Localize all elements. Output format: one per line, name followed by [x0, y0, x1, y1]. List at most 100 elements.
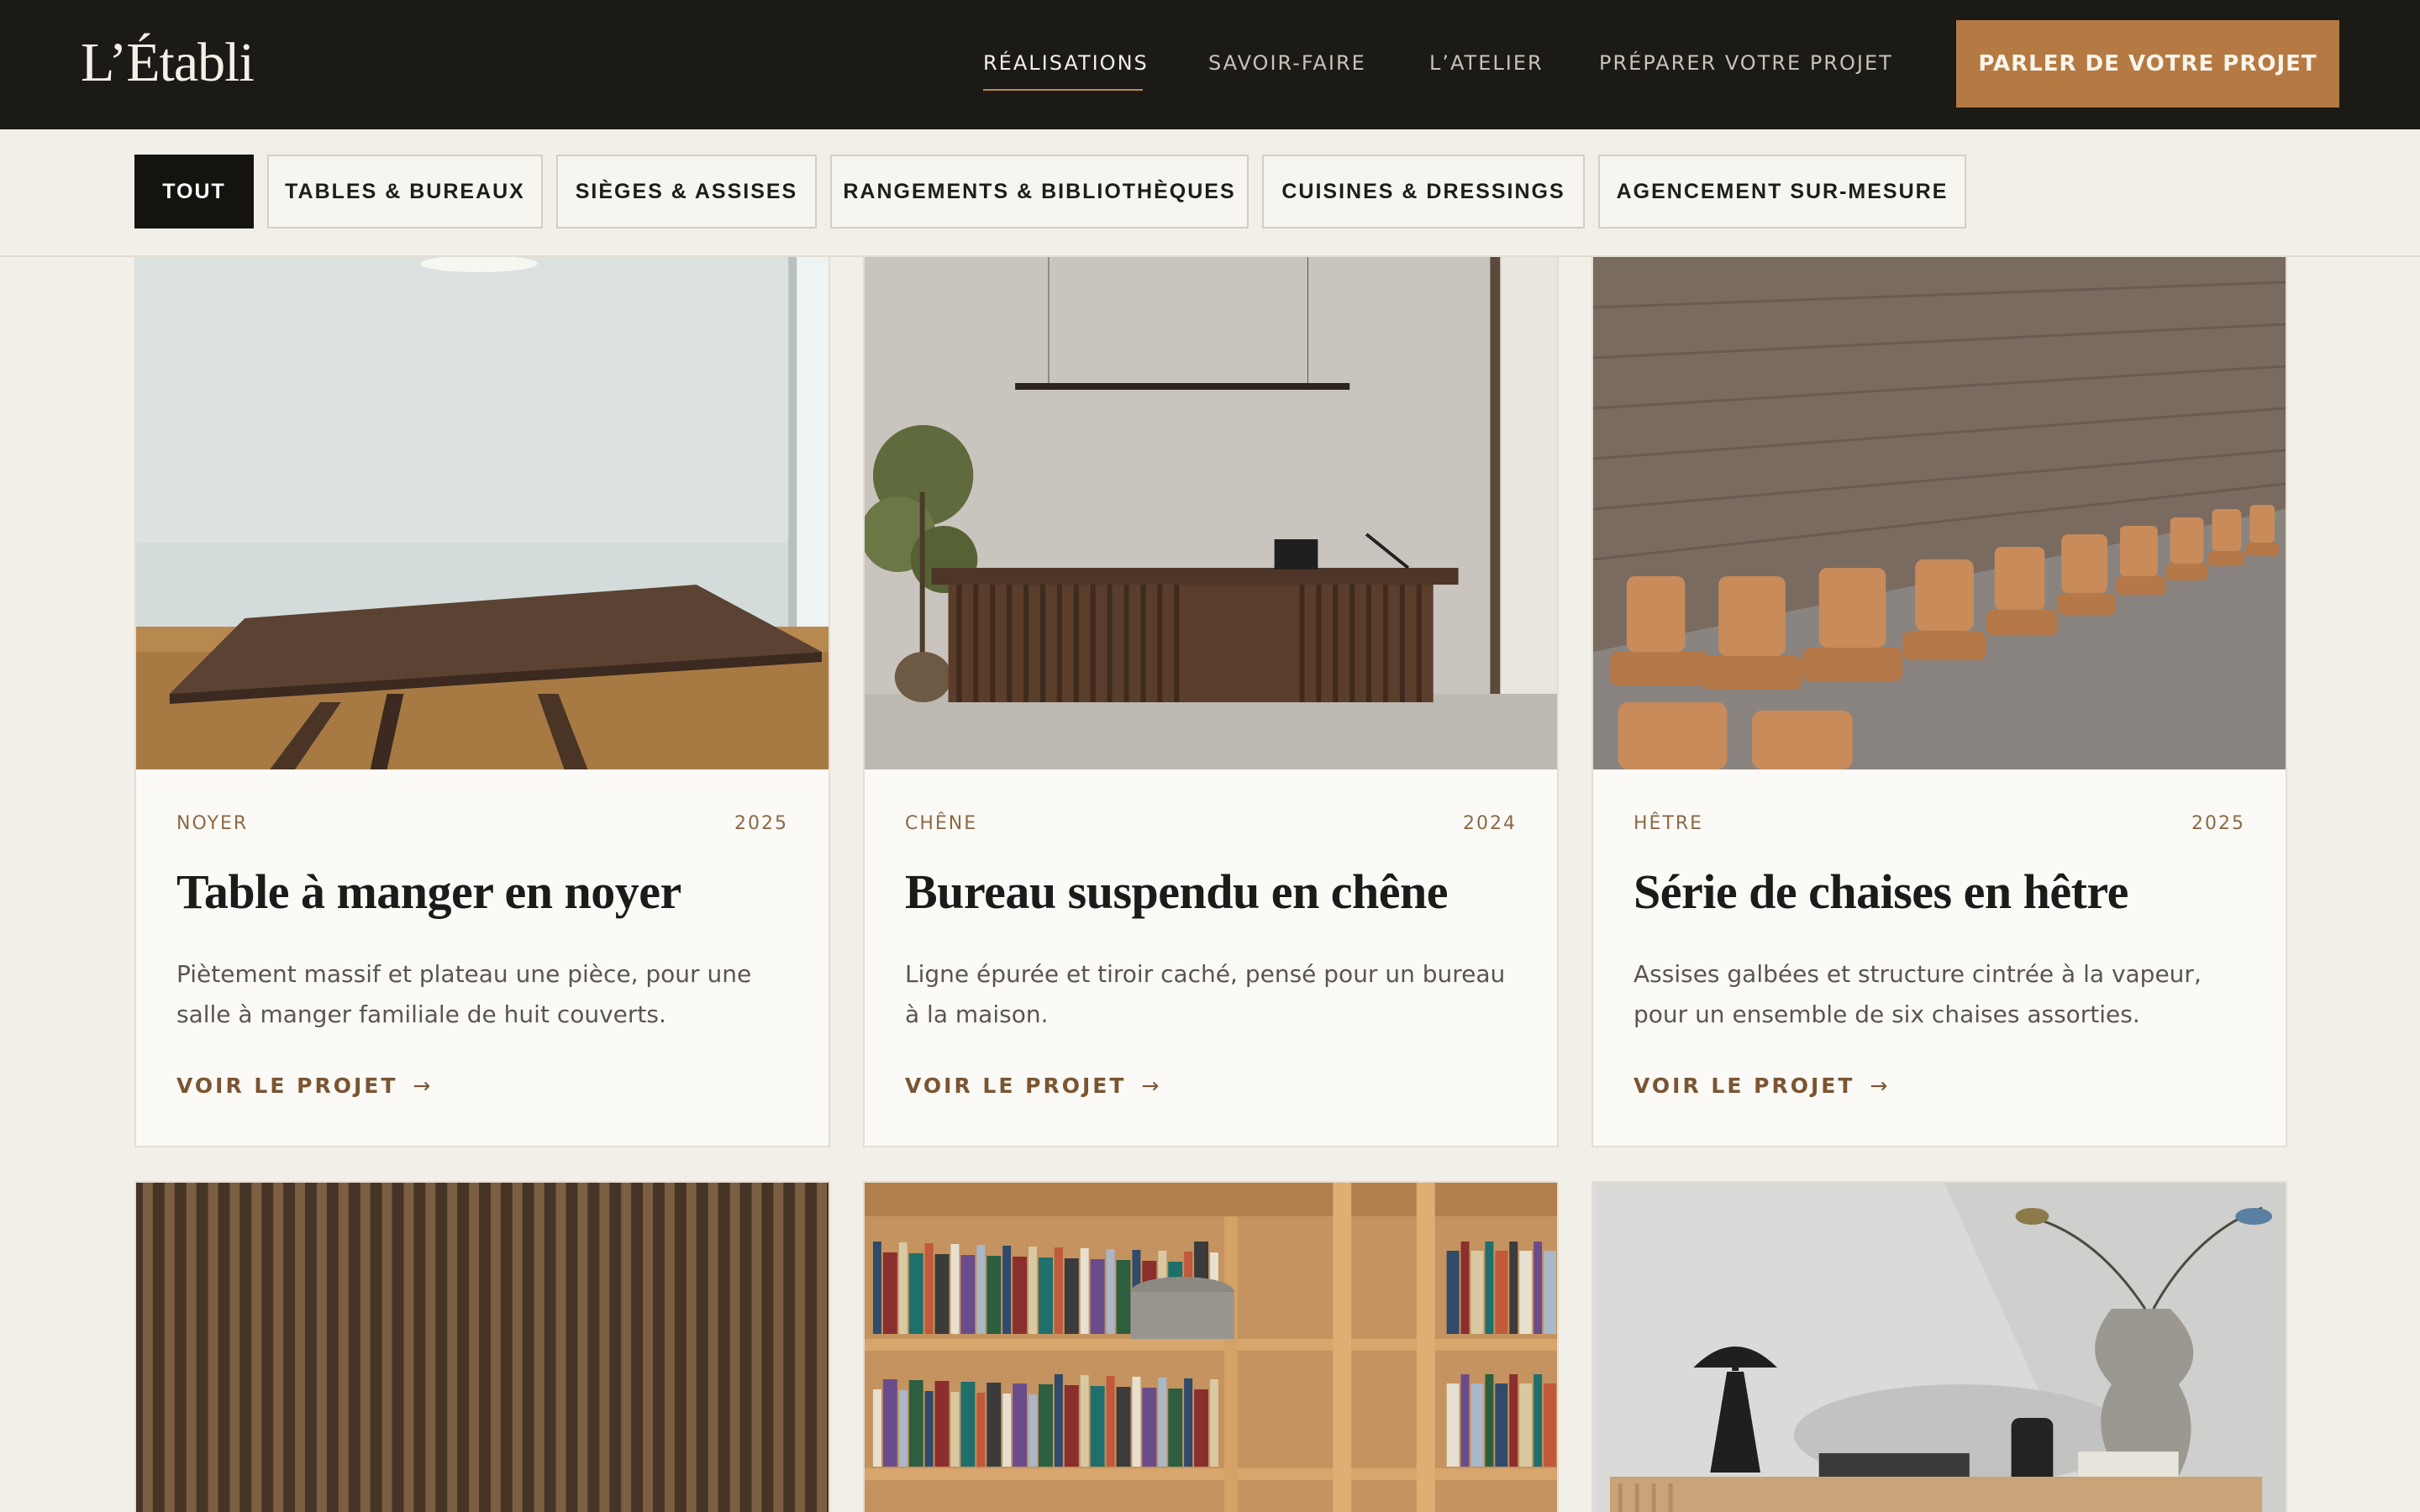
project-title[interactable]: Série de chaises en hêtre [1634, 864, 2128, 920]
book-spine [934, 1254, 950, 1334]
filter-cuisines-dressings[interactable]: CUISINES & DRESSINGS [1262, 155, 1585, 228]
filter-tout[interactable]: TOUT [134, 155, 254, 228]
project-material: CHÊNE [905, 813, 978, 834]
project-card[interactable] [1591, 1181, 2287, 1512]
book-spine [1158, 1378, 1167, 1467]
book-spine [1485, 1242, 1494, 1334]
book-spine [1038, 1257, 1053, 1334]
book-spine [872, 1389, 881, 1467]
book-spine [1519, 1383, 1533, 1467]
project-card[interactable]: HÊTRE 2025 Série de chaises en hêtre Ass… [1591, 255, 2287, 1147]
project-card[interactable] [134, 1181, 830, 1512]
arrow-right-icon: → [413, 1074, 434, 1098]
project-image-wood-slat-wall[interactable] [136, 1183, 829, 1512]
project-image-oak-desk[interactable] [865, 257, 1557, 769]
book-spine [1064, 1385, 1079, 1467]
book-spine [1142, 1388, 1157, 1467]
project-material: NOYER [176, 813, 249, 834]
book-spine [1132, 1377, 1141, 1467]
book-spine [950, 1392, 960, 1467]
book-spine [1519, 1251, 1533, 1334]
book-spine [1534, 1374, 1543, 1467]
book-spine [976, 1245, 986, 1334]
book-spine [1460, 1374, 1470, 1467]
book-spine [1446, 1383, 1460, 1467]
book-spine [1544, 1383, 1557, 1467]
book-spine [1168, 1389, 1183, 1467]
book-spine [924, 1243, 934, 1334]
project-title[interactable]: Table à manger en noyer [176, 864, 681, 920]
book-spine [1184, 1378, 1193, 1467]
book-spine [976, 1393, 986, 1467]
project-image-walnut-table[interactable] [136, 257, 829, 769]
filter-agencement-sur-mesure[interactable]: AGENCEMENT SUR-MESURE [1598, 155, 1966, 228]
filter-tables-bureaux[interactable]: TABLES & BUREAUX [267, 155, 543, 228]
book-spine [908, 1380, 923, 1467]
project-description: Piètement massif et plateau une pièce, p… [176, 960, 752, 1028]
book-spine [1485, 1374, 1494, 1467]
category-filter-bar: TOUT TABLES & BUREAUX SIÈGES & ASSISES R… [0, 129, 2420, 257]
book-spine [1038, 1384, 1053, 1467]
book-spine [1002, 1394, 1012, 1467]
book-spine [1495, 1383, 1508, 1467]
view-project-link[interactable]: VOIR LE PROJET → [176, 1074, 433, 1098]
book-spine [1534, 1242, 1543, 1334]
arrow-right-icon: → [1141, 1074, 1162, 1098]
project-image-bookshelf[interactable] [865, 1183, 1557, 1512]
view-project-link[interactable]: VOIR LE PROJET → [1634, 1074, 1890, 1098]
arrow-right-icon: → [1870, 1074, 1891, 1098]
book-spine [1106, 1376, 1115, 1467]
nav-item-preparer-projet[interactable]: PRÉPARER VOTRE PROJET [1599, 49, 1893, 77]
book-spine [1106, 1249, 1115, 1334]
book-spine [1028, 1247, 1038, 1334]
project-title[interactable]: Bureau suspendu en chêne [905, 864, 1449, 920]
project-image-beech-chairs[interactable] [1593, 257, 2286, 769]
book-spine [1090, 1386, 1105, 1467]
brand-logo[interactable]: L’Établi [81, 25, 255, 101]
book-spine [1064, 1258, 1079, 1334]
book-spine [898, 1242, 908, 1334]
book-spine [986, 1256, 1002, 1334]
project-material: HÊTRE [1634, 813, 1704, 834]
book-spine [1002, 1246, 1012, 1334]
view-project-label: VOIR LE PROJET [905, 1074, 1127, 1098]
book-spine [986, 1383, 1002, 1467]
book-spine [960, 1382, 976, 1467]
project-year: 2025 [2191, 813, 2245, 834]
book-spine [1470, 1251, 1484, 1334]
project-card[interactable] [863, 1181, 1559, 1512]
book-spine [1495, 1251, 1508, 1334]
project-description: Assises galbées et structure cintrée à l… [1634, 960, 2202, 1028]
book-spine [908, 1253, 923, 1334]
book-spine [898, 1390, 908, 1467]
book-spine [1116, 1260, 1131, 1334]
contact-cta-button[interactable]: PARLER DE VOTRE PROJET [1956, 20, 2339, 108]
book-spine [1080, 1248, 1089, 1334]
book-spine [1210, 1379, 1218, 1467]
book-spine [924, 1391, 934, 1467]
nav-active-underline [983, 89, 1143, 91]
book-spine [1054, 1247, 1063, 1334]
book-spine [882, 1252, 897, 1334]
book-spine [1080, 1375, 1089, 1467]
view-project-link[interactable]: VOIR LE PROJET → [905, 1074, 1161, 1098]
filter-rangements-bibliotheques[interactable]: RANGEMENTS & BIBLIOTHÈQUES [830, 155, 1249, 228]
book-spine [934, 1381, 950, 1467]
top-navigation-bar: L’Établi RÉALISATIONS SAVOIR-FAIRE L’ATE… [0, 0, 2420, 129]
nav-item-savoir-faire[interactable]: SAVOIR-FAIRE [1208, 49, 1366, 77]
nav-item-realisations[interactable]: RÉALISATIONS [983, 49, 1149, 77]
nav-item-atelier[interactable]: L’ATELIER [1429, 49, 1544, 77]
book-spine [1013, 1257, 1028, 1334]
project-image-sideboard[interactable] [1593, 1183, 2286, 1512]
filter-sieges-assises[interactable]: SIÈGES & ASSISES [556, 155, 817, 228]
project-card[interactable]: CHÊNE 2024 Bureau suspendu en chêne Lign… [863, 255, 1559, 1147]
book-spine [1509, 1374, 1518, 1467]
project-description: Ligne épurée et tiroir caché, pensé pour… [905, 960, 1506, 1028]
book-spine [1446, 1251, 1460, 1334]
project-card[interactable]: NOYER 2025 Table à manger en noyer Piète… [134, 255, 830, 1147]
view-project-label: VOIR LE PROJET [176, 1074, 398, 1098]
book-spine [1460, 1242, 1470, 1334]
book-spine [960, 1255, 976, 1334]
book-spine [1544, 1251, 1557, 1334]
book-spine [1013, 1383, 1028, 1467]
